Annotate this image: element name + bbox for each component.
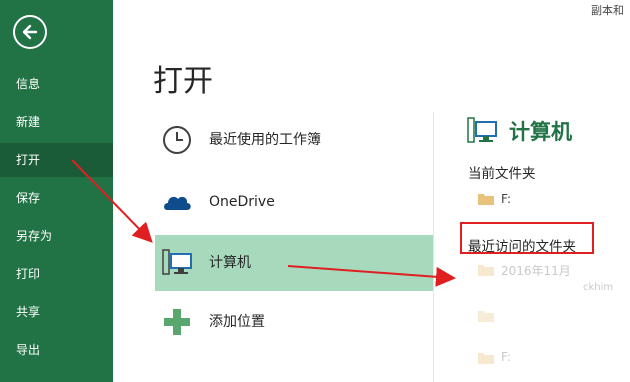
sidebar-item-save[interactable]: 保存	[0, 181, 113, 215]
panel-divider	[433, 112, 434, 382]
back-button[interactable]	[13, 15, 47, 49]
place-recent-workbooks[interactable]: 最近使用的工作簿	[155, 112, 433, 168]
sidebar-item-info[interactable]: 信息	[0, 67, 113, 101]
computer-icon	[162, 249, 192, 275]
folder-icon	[478, 311, 494, 322]
main-pane: 副本和 打开 最近使用的工作簿 OneDrive 计算机 添加位置 计算机 当前…	[113, 0, 630, 382]
place-label: 最近使用的工作簿	[209, 132, 321, 148]
plus-icon	[164, 309, 190, 335]
sidebar-item-export[interactable]: 导出	[0, 333, 113, 367]
cloud-icon	[164, 196, 191, 210]
recent-folder-item[interactable]: 2016年11月	[501, 262, 571, 279]
place-label: 计算机	[209, 255, 251, 271]
page-title: 打开	[153, 64, 213, 99]
computer-icon	[467, 117, 497, 143]
recent-folders-heading: 最近访问的文件夹	[468, 239, 576, 255]
place-add-location[interactable]: 添加位置	[155, 294, 433, 350]
backstage-sidebar: 信息 新建 打开 保存 另存为 打印 共享 导出	[0, 0, 113, 382]
sidebar-item-new[interactable]: 新建	[0, 105, 113, 139]
sidebar-item-save-as[interactable]: 另存为	[0, 219, 113, 253]
sidebar-item-print[interactable]: 打印	[0, 257, 113, 291]
folder-icon	[478, 353, 494, 364]
place-label: 添加位置	[209, 314, 265, 330]
back-arrow-icon	[22, 24, 38, 40]
current-folder-heading: 当前文件夹	[468, 166, 536, 182]
sidebar-item-share[interactable]: 共享	[0, 295, 113, 329]
window-title-fragment: 副本和	[591, 4, 624, 17]
place-computer[interactable]: 计算机	[155, 235, 433, 291]
place-label: OneDrive	[209, 194, 275, 210]
place-onedrive[interactable]: OneDrive	[155, 174, 433, 230]
recent-folder-item[interactable]: F:	[501, 350, 511, 364]
clock-icon	[163, 126, 191, 154]
faint-text: ckhim	[583, 282, 614, 293]
sidebar-item-open[interactable]: 打开	[0, 143, 113, 177]
current-folder-item[interactable]: F:	[501, 192, 511, 206]
right-panel-title: 计算机	[509, 120, 572, 144]
folder-icon	[478, 194, 494, 205]
folder-icon	[478, 265, 494, 276]
